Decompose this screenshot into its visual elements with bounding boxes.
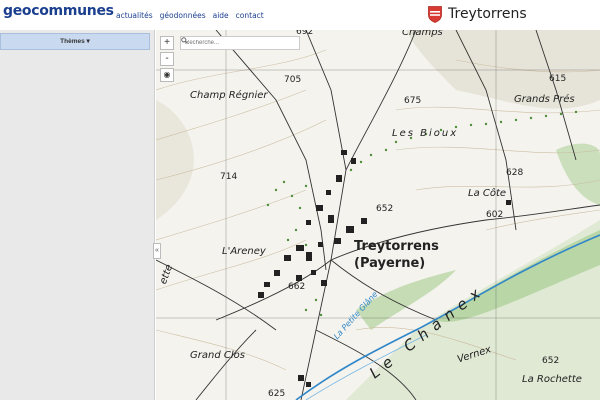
locate-button[interactable]: ◉ [160, 68, 174, 82]
altitude-652-rochette: 652 [542, 356, 560, 366]
commune-badge: Treytorrens [428, 4, 527, 24]
place-la-rochette: La Rochette [522, 374, 582, 385]
map-view[interactable]: 692 Champs 705 615 Champ Régnier 675 Gra… [156, 30, 600, 400]
place-payerne: (Payerne) [354, 256, 426, 271]
main-nav: actualités géodonnées aide contact [116, 11, 264, 20]
place-areney: L'Areney [222, 246, 266, 257]
altitude-705: 705 [284, 75, 302, 85]
place-la-cote: La Côte [468, 188, 507, 199]
search-icon [181, 37, 188, 44]
logo-text: geocommunes [3, 3, 114, 19]
altitude-662: 662 [288, 282, 306, 292]
place-treytorrens: Treytorrens [354, 239, 439, 254]
commune-crest-icon [428, 5, 442, 23]
altitude-602: 602 [486, 210, 504, 220]
map-search-box[interactable] [180, 36, 300, 50]
nav-geodonnees[interactable]: géodonnées [160, 11, 206, 20]
zoom-in-button[interactable]: + [160, 36, 174, 50]
altitude-652-village: 652 [376, 204, 394, 214]
collapse-sidebar-button[interactable]: « [153, 243, 161, 259]
geocommunes-logo[interactable]: geocommunes [3, 3, 114, 19]
altitude-675: 675 [404, 96, 422, 106]
place-grands-pres: Grands Prés [514, 94, 575, 105]
place-les-bioux: Les Bioux [392, 128, 459, 139]
place-champs: Champs [402, 30, 443, 38]
altitude-615: 615 [549, 74, 567, 84]
nav-actualites[interactable]: actualités [116, 11, 153, 20]
place-champ-regnier: Champ Régnier [190, 90, 268, 101]
zoom-out-button[interactable]: - [160, 52, 174, 66]
nav-aide[interactable]: aide [213, 11, 229, 20]
altitude-628: 628 [506, 168, 524, 178]
altitude-714: 714 [220, 172, 238, 182]
sidebar-panel: Thèmes ▾ [0, 30, 155, 400]
map-canvas [156, 30, 600, 400]
nav-contact[interactable]: contact [236, 11, 264, 20]
place-grand-clos: Grand Clos [190, 350, 245, 361]
altitude-625: 625 [268, 389, 286, 399]
themes-dropdown-button[interactable]: Thèmes ▾ [0, 33, 150, 50]
search-input[interactable] [185, 40, 285, 46]
commune-name: Treytorrens [448, 6, 527, 22]
app-header: geocommunes actualités géodonnées aide c… [0, 0, 600, 30]
